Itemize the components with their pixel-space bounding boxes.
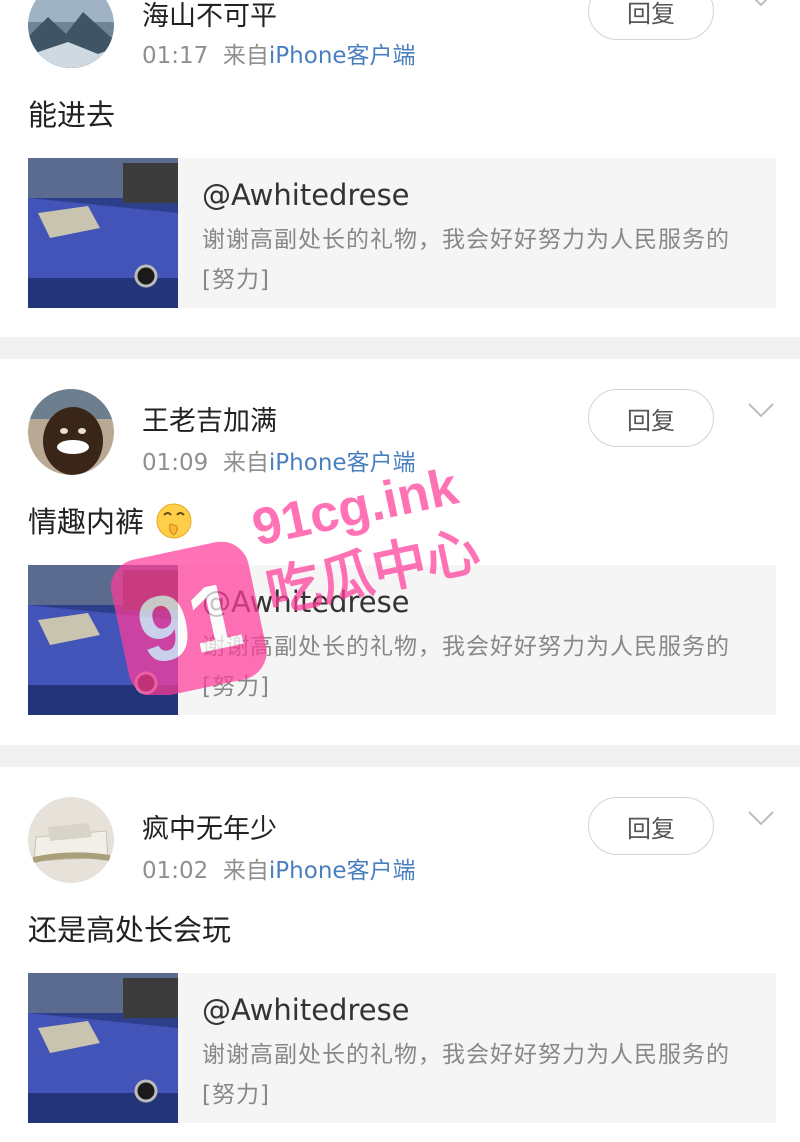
comment-meta: 01:09 来自iPhone客户端 xyxy=(142,443,416,477)
separator xyxy=(0,337,800,359)
comment-meta: 01:02 来自iPhone客户端 xyxy=(142,851,416,885)
username[interactable]: 海山不可平 xyxy=(142,0,277,33)
client-source-link[interactable]: iPhone客户端 xyxy=(269,43,416,69)
separator xyxy=(0,745,800,767)
comment-card: 王老吉加满 01:09 来自iPhone客户端 回复 情趣内裤 @Awhited… xyxy=(0,359,800,745)
avatar-image-portrait xyxy=(28,389,114,475)
avatar[interactable] xyxy=(28,389,114,475)
from-label: 来自 xyxy=(222,43,269,69)
reply-button[interactable]: 回复 xyxy=(588,389,714,447)
comment-text: 情趣内裤 xyxy=(28,499,193,541)
quoted-user-handle[interactable]: @Awhitedrese xyxy=(202,585,410,619)
quoted-post-text: 谢谢高副处长的礼物，我会好好努力为人民服务的[努力] xyxy=(202,634,730,700)
quoted-post-thumbnail xyxy=(28,973,178,1123)
comment-text: 能进去 xyxy=(28,98,116,132)
quoted-user-handle[interactable]: @Awhitedrese xyxy=(202,993,410,1027)
quoted-post-thumbnail xyxy=(28,565,178,715)
quoted-post-thumbnail xyxy=(28,158,178,308)
comment-time: 01:17 xyxy=(142,43,209,69)
avatar-image-landscape xyxy=(28,0,114,68)
chevron-down-icon[interactable] xyxy=(746,0,776,10)
reply-button[interactable]: 回复 xyxy=(588,797,714,855)
avatar-image-fabric xyxy=(28,797,114,883)
comment-time: 01:02 xyxy=(142,858,209,884)
username[interactable]: 王老吉加满 xyxy=(142,399,277,438)
quoted-post[interactable]: @Awhitedrese 谢谢高副处长的礼物，我会好好努力为人民服务的[努力] xyxy=(28,158,776,308)
client-source-link[interactable]: iPhone客户端 xyxy=(269,858,416,884)
comment-card: 海山不可平 01:17 来自iPhone客户端 回复 能进去 @Awhitedr… xyxy=(0,0,800,337)
comment-text: 还是高处长会玩 xyxy=(28,913,232,947)
chevron-down-icon[interactable] xyxy=(746,399,776,421)
client-source-link[interactable]: iPhone客户端 xyxy=(269,450,416,476)
avatar[interactable] xyxy=(28,0,114,68)
quoted-post-text: 谢谢高副处长的礼物，我会好好努力为人民服务的[努力] xyxy=(202,227,730,293)
from-label: 来自 xyxy=(222,450,269,476)
comment-meta: 01:17 来自iPhone客户端 xyxy=(142,36,416,70)
comment-time: 01:09 xyxy=(142,450,209,476)
reply-button[interactable]: 回复 xyxy=(588,0,714,40)
quoted-post[interactable]: @Awhitedrese 谢谢高副处长的礼物，我会好好努力为人民服务的[努力] xyxy=(28,973,776,1123)
comment-text-label: 情趣内裤 xyxy=(28,505,145,539)
from-label: 来自 xyxy=(222,858,269,884)
quoted-user-handle[interactable]: @Awhitedrese xyxy=(202,178,410,212)
quoted-post[interactable]: @Awhitedrese 谢谢高副处长的礼物，我会好好努力为人民服务的[努力] xyxy=(28,565,776,715)
shushing-face-icon xyxy=(156,503,192,539)
comment-card: 疯中无年少 01:02 来自iPhone客户端 回复 还是高处长会玩 @Awhi… xyxy=(0,767,800,1142)
avatar[interactable] xyxy=(28,797,114,883)
chevron-down-icon[interactable] xyxy=(746,807,776,829)
quoted-post-text: 谢谢高副处长的礼物，我会好好努力为人民服务的[努力] xyxy=(202,1042,730,1108)
username[interactable]: 疯中无年少 xyxy=(142,807,277,846)
